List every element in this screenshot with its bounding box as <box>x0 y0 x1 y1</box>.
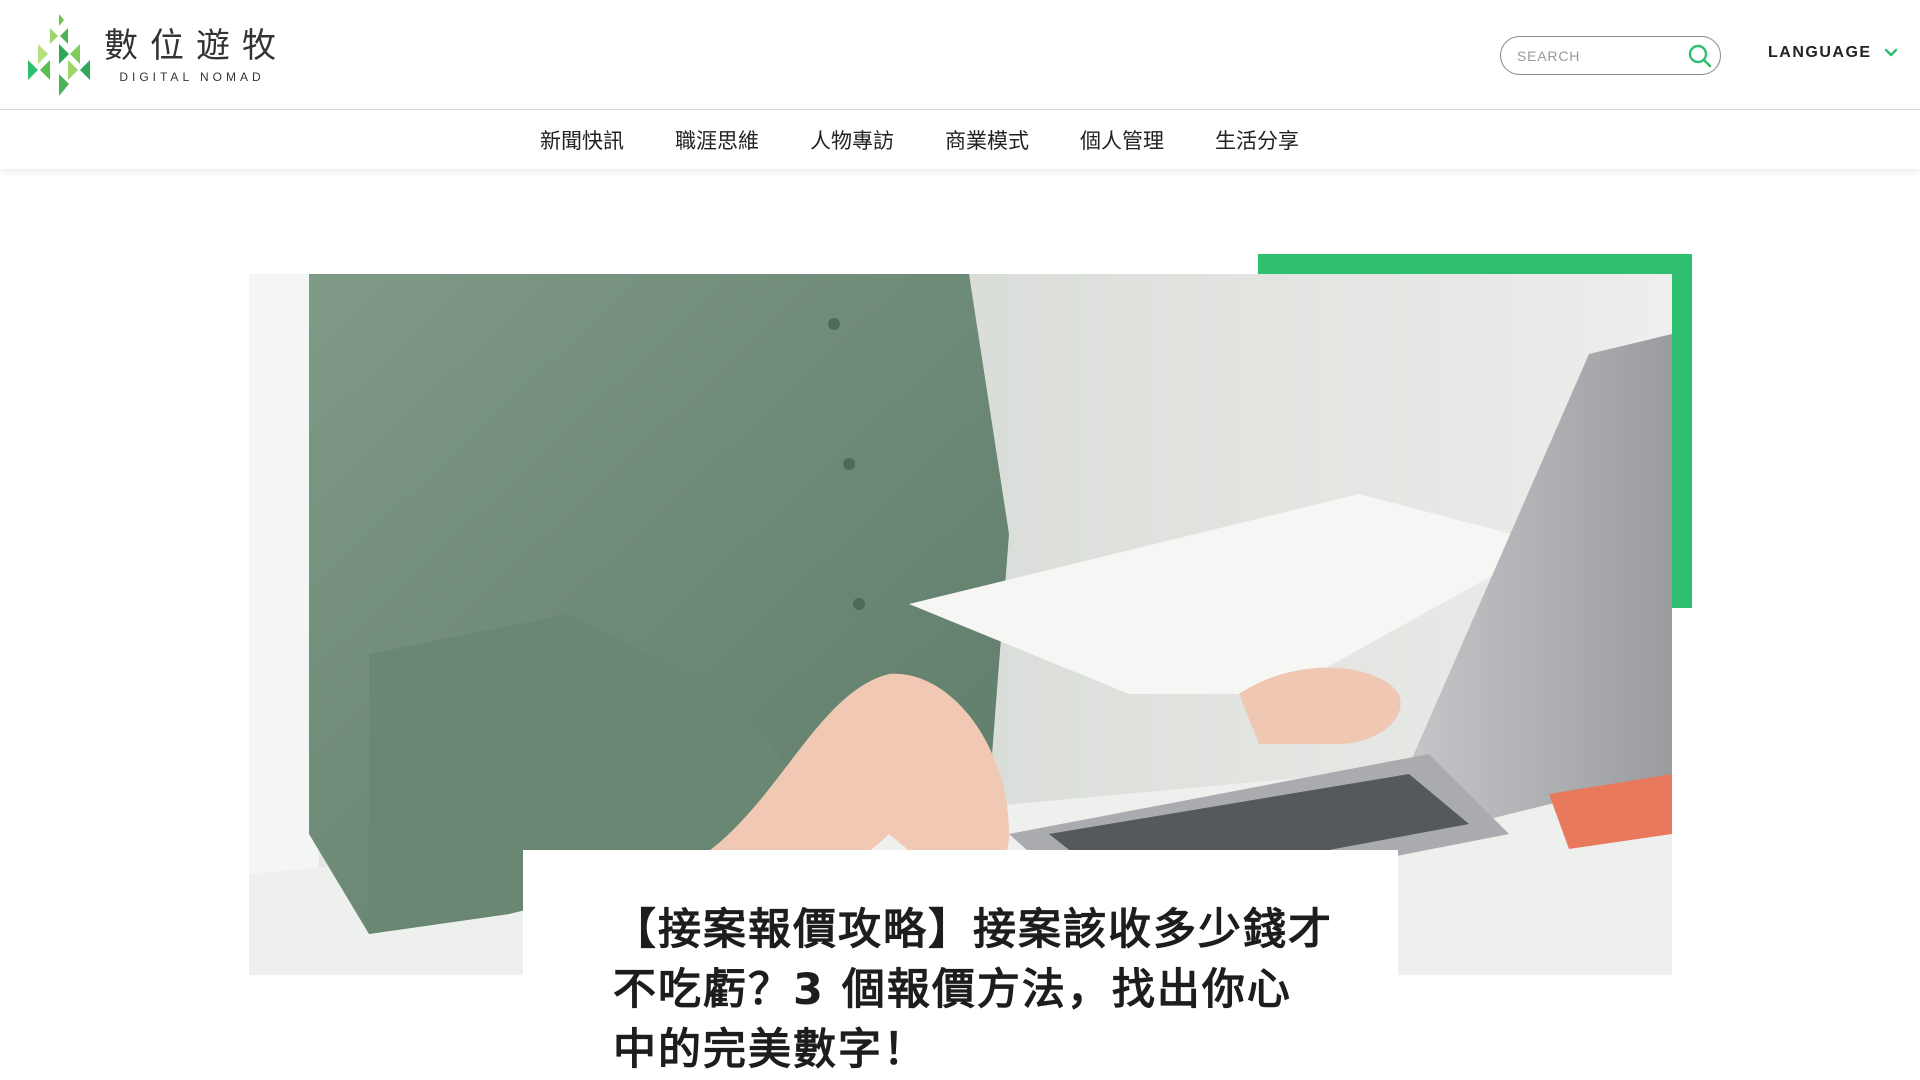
article-title-card: 【接案報價攻略】接案該收多少錢才不吃虧？3 個報價方法，找出你心中的完美數字！ <box>523 850 1398 1080</box>
nav-item-career[interactable]: 職涯思維 <box>675 127 759 155</box>
nav-item-news[interactable]: 新聞快訊 <box>540 127 624 155</box>
main-nav: 新聞快訊 職涯思維 人物專訪 商業模式 個人管理 生活分享 <box>0 111 1920 169</box>
nav-item-business[interactable]: 商業模式 <box>945 127 1029 155</box>
site-logo[interactable]: 數位遊牧 DIGITAL NOMAD <box>28 14 276 96</box>
article-title[interactable]: 【接案報價攻略】接案該收多少錢才不吃虧？3 個報價方法，找出你心中的完美數字！ <box>613 900 1333 1080</box>
search-icon[interactable] <box>1687 43 1713 69</box>
nav-item-life[interactable]: 生活分享 <box>1215 127 1299 155</box>
logo-mark-icon <box>28 14 90 96</box>
nav-item-interviews[interactable]: 人物專訪 <box>810 127 894 155</box>
site-header: 數位遊牧 DIGITAL NOMAD LANGUAGE <box>0 0 1920 110</box>
language-label: LANGUAGE <box>1768 44 1872 61</box>
nav-list: 新聞快訊 職涯思維 人物專訪 商業模式 個人管理 生活分享 <box>540 127 1350 155</box>
search-box <box>1500 36 1721 75</box>
chevron-down-icon <box>1884 48 1897 57</box>
logo-name-cn: 數位遊牧 <box>104 26 288 66</box>
logo-name-en: DIGITAL NOMAD <box>119 70 265 84</box>
language-selector[interactable]: LANGUAGE <box>1768 44 1898 62</box>
nav-item-personal[interactable]: 個人管理 <box>1080 127 1164 155</box>
search-input[interactable] <box>1517 45 1687 67</box>
